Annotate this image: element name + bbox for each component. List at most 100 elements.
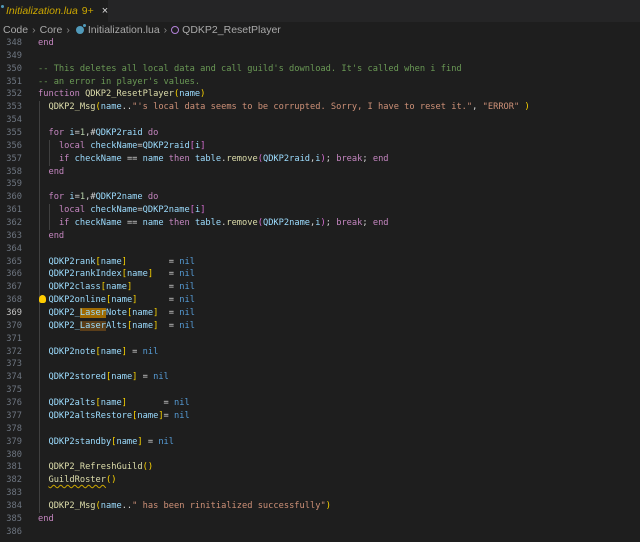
code-line[interactable]: 348 end: [0, 37, 640, 50]
code-line[interactable]: 375: [0, 384, 640, 398]
code-token: -- an error in player's values.: [38, 76, 201, 87]
code-token: ;: [325, 218, 337, 229]
code-text: QDKP2_LaserNote[name] = nil: [48, 307, 195, 320]
code-editor[interactable]: 348 end 349 350 -- This deletes all local da…: [0, 37, 640, 539]
chevron-right-icon: ›: [32, 24, 36, 36]
code-text: QDKP2altsRestore[name]= nil: [48, 410, 189, 423]
code-token: checkName: [90, 205, 138, 216]
indent-guide: [39, 178, 40, 192]
code-line[interactable]: 354: [0, 114, 640, 128]
tab-initialization-lua[interactable]: Initialization.lua 9+ ×: [0, 0, 108, 22]
line-number: 370: [6, 320, 22, 331]
indent-guide: [49, 152, 51, 166]
code-line[interactable]: 383: [0, 487, 640, 500]
indent-guide: [39, 319, 40, 333]
indent-guide: [39, 152, 40, 166]
code-line[interactable]: 382 GuildRoster(): [0, 474, 640, 488]
code-line[interactable]: 376 QDKP2alts[name] = nil: [0, 397, 640, 410]
code-token: ==: [121, 153, 143, 164]
line-number: 379: [6, 436, 22, 447]
code-line[interactable]: 359: [0, 178, 640, 192]
code-line[interactable]: 357 if checkName == name then table.remov…: [0, 152, 640, 166]
code-token: name: [100, 102, 122, 113]
code-token: QDKP2rankIndex: [48, 269, 122, 280]
code-token: remove: [226, 218, 258, 229]
code-token: ,: [472, 102, 483, 113]
code-token: -- This deletes all local data and call …: [38, 63, 462, 74]
indent-guide: [39, 435, 40, 449]
code-token: QDKP2raid: [95, 128, 143, 139]
code-line[interactable]: 381 QDKP2_RefreshGuild(): [0, 461, 640, 475]
code-line[interactable]: 373: [0, 358, 640, 372]
code-line[interactable]: 370 QDKP2_LaserAlts[name] = nil: [0, 319, 640, 333]
code-token: nil: [179, 269, 195, 280]
code-token: name: [106, 282, 127, 293]
code-line[interactable]: 358 end: [0, 165, 640, 179]
indent-guide: [39, 127, 40, 140]
code-line[interactable]: 349: [0, 50, 640, 63]
code-token: if: [58, 218, 75, 229]
code-line[interactable]: 365 QDKP2rank[name] = nil: [0, 255, 640, 269]
code-token: ): [200, 89, 206, 100]
code-line[interactable]: 380: [0, 448, 640, 462]
code-line[interactable]: 385 end: [0, 513, 640, 526]
code-text: QDKP2online[name] = nil: [48, 294, 194, 307]
code-line[interactable]: 350 -- This deletes all local data and ca…: [0, 63, 640, 76]
code-line[interactable]: 378: [0, 422, 640, 436]
code-line[interactable]: 355 for i=1,#QDKP2raid do: [0, 127, 640, 140]
indent-guide: [39, 474, 40, 488]
code-token: name: [111, 372, 133, 383]
code-line[interactable]: 362 if checkName == name then table.remov…: [0, 217, 640, 230]
code-line[interactable]: 368 QDKP2online[name] = nil: [0, 294, 640, 308]
code-line[interactable]: 363 end: [0, 229, 640, 243]
code-line[interactable]: 352 function QDKP2_ResetPlayer(name): [0, 88, 640, 101]
code-line[interactable]: 374 QDKP2stored[name] = nil: [0, 371, 640, 385]
code-token: name: [142, 153, 164, 164]
code-line[interactable]: 356 local checkName=QDKP2raid[i]: [0, 139, 640, 153]
code-line[interactable]: 372 QDKP2note[name] = nil: [0, 345, 640, 359]
line-number: 351: [6, 76, 22, 87]
breadcrumb-core[interactable]: Core: [40, 24, 63, 36]
breadcrumb-code[interactable]: Code: [3, 24, 28, 36]
code-line[interactable]: 364: [0, 242, 640, 256]
lightbulb-icon[interactable]: [39, 295, 46, 304]
code-line[interactable]: 366 QDKP2rankIndex[name] = nil: [0, 268, 640, 282]
code-token: (): [106, 475, 117, 486]
line-number: 375: [6, 385, 22, 396]
code-line[interactable]: 367 QDKP2class[name] = nil: [0, 281, 640, 295]
indent-guide: [39, 281, 40, 295]
code-text: QDKP2_Msg(name.." has been rinitialized …: [48, 500, 330, 513]
line-number: 376: [6, 398, 22, 409]
code-line[interactable]: 377 QDKP2altsRestore[name]= nil: [0, 409, 640, 423]
code-line[interactable]: 353 QDKP2_Msg(name.."'s local data seems …: [0, 101, 640, 115]
close-icon[interactable]: ×: [102, 5, 108, 17]
line-number: 371: [6, 333, 22, 344]
code-line[interactable]: 379 QDKP2standby[name] = nil: [0, 435, 640, 449]
breadcrumb-symbol[interactable]: QDKP2_ResetPlayer: [182, 24, 281, 36]
code-line[interactable]: 386: [0, 526, 640, 539]
code-line[interactable]: 351 -- an error in player's values.: [0, 76, 640, 89]
code-token: ,#: [85, 128, 96, 139]
breadcrumb-file[interactable]: Initialization.lua: [88, 24, 160, 36]
line-number: 383: [6, 488, 22, 499]
code-line[interactable]: 361 local checkName=QDKP2name[i]: [0, 204, 640, 218]
code-line[interactable]: 369 QDKP2_LaserNote[name] = nil: [0, 307, 640, 320]
code-token: name: [100, 500, 122, 511]
code-text: local checkName=QDKP2name[i]: [59, 204, 205, 217]
line-number: 365: [6, 256, 22, 267]
code-token: GuildRoster: [48, 475, 107, 486]
code-text: end: [48, 166, 64, 179]
line-number: 368: [6, 295, 22, 306]
code-text: -- an error in player's values.: [38, 76, 200, 89]
line-number: 386: [6, 526, 22, 537]
code-token: =: [132, 282, 180, 293]
code-line[interactable]: 384 QDKP2_Msg(name.." has been rinitializ…: [0, 499, 640, 513]
code-token: name: [179, 89, 201, 100]
code-token: nil: [179, 320, 195, 331]
line-number: 349: [6, 50, 22, 61]
code-line[interactable]: 371: [0, 332, 640, 346]
code-token: QDKP2_Msg: [48, 102, 96, 113]
code-token: QDKP2_ResetPlayer: [85, 89, 174, 100]
code-line[interactable]: 360 for i=1,#QDKP2name do: [0, 191, 640, 205]
code-token: nil: [179, 256, 195, 267]
